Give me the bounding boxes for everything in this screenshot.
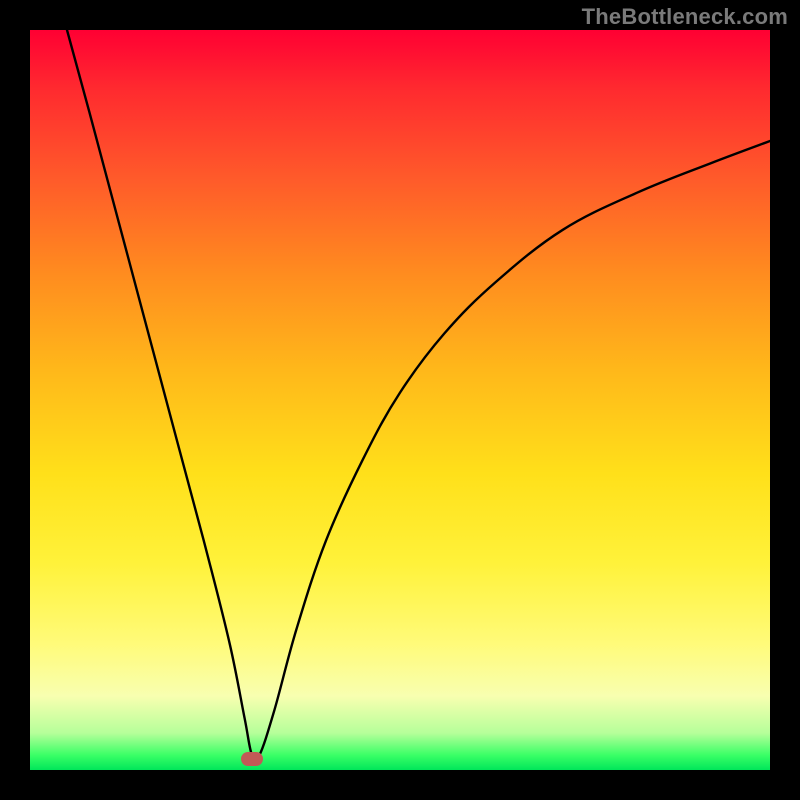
watermark-text: TheBottleneck.com: [582, 4, 788, 30]
min-marker: [241, 752, 263, 766]
chart-frame: TheBottleneck.com: [0, 0, 800, 800]
bottleneck-curve-path: [67, 30, 770, 761]
curve-svg: [30, 30, 770, 770]
plot-area: [30, 30, 770, 770]
